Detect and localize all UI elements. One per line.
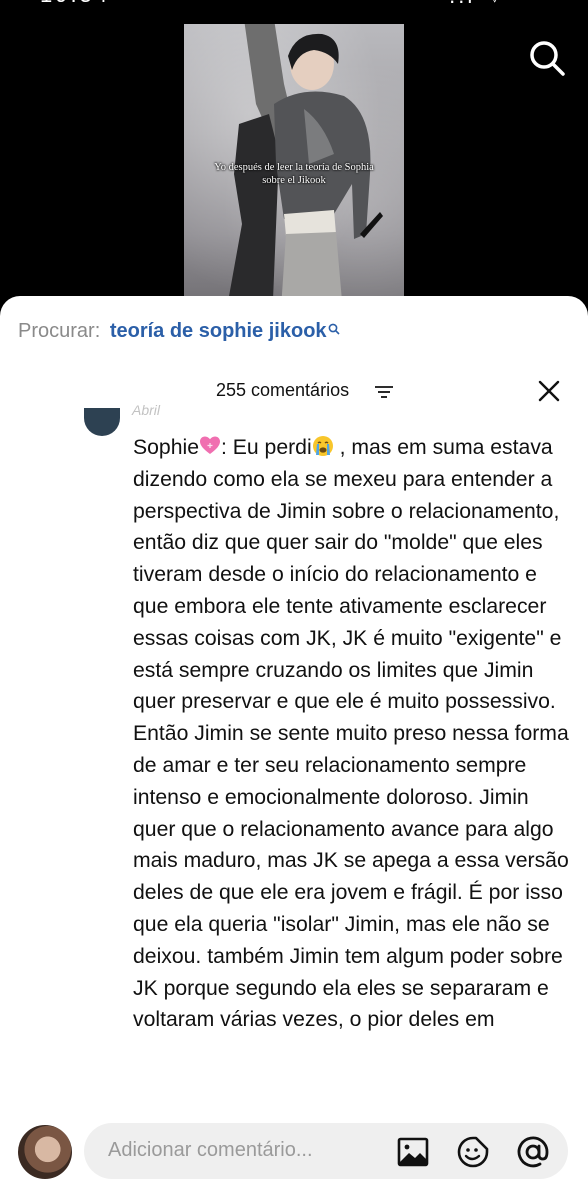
search-icon xyxy=(530,41,565,76)
comments-header: 255 comentários xyxy=(0,376,588,406)
at-icon xyxy=(517,1136,549,1168)
comments-sheet: Procurar: teoría de sophie jikook 255 co… xyxy=(0,296,588,1199)
search-query-link[interactable]: teoría de sophie jikook xyxy=(110,320,327,342)
comment-input[interactable]: Adicionar comentário... xyxy=(84,1123,568,1179)
mention-button[interactable] xyxy=(516,1135,550,1169)
user-avatar[interactable] xyxy=(18,1125,72,1179)
pink-heart-emoji xyxy=(199,436,220,454)
sticker-button[interactable] xyxy=(456,1135,490,1169)
image-icon xyxy=(397,1137,429,1167)
crying-face-emoji xyxy=(312,436,333,456)
search-query-icon xyxy=(328,318,340,341)
search-label: Procurar: xyxy=(18,320,101,342)
status-bar: 19:54 ..l ⌔ xyxy=(0,0,588,8)
comment-count: 255 comentários xyxy=(216,380,350,400)
video-thumbnail[interactable]: Yo después de leer la teoría de Sophia s… xyxy=(184,24,404,320)
search-button[interactable] xyxy=(527,38,567,78)
close-icon xyxy=(538,380,560,402)
status-time: 19:54 xyxy=(40,0,110,8)
comment-input-placeholder: Adicionar comentário... xyxy=(108,1139,313,1161)
sticker-icon xyxy=(457,1136,489,1168)
close-comments-button[interactable] xyxy=(536,378,562,404)
search-suggestion[interactable]: Procurar: teoría de sophie jikook xyxy=(18,320,340,343)
status-signal: ..l ⌔ xyxy=(449,0,508,10)
image-button[interactable] xyxy=(396,1135,430,1169)
filter-icon[interactable] xyxy=(375,385,393,404)
video-area[interactable]: 19:54 ..l ⌔ Yo después de leer la teoría… xyxy=(0,0,588,320)
commenter-username[interactable]: Abril xyxy=(132,402,160,418)
commenter-avatar[interactable] xyxy=(84,408,120,436)
comment-text: Sophie: Eu perdi , mas em suma estava di… xyxy=(133,436,569,1032)
video-caption: Yo después de leer la teoría de Sophia s… xyxy=(214,162,374,186)
comment-composer-bar: Adicionar comentário... xyxy=(0,1109,588,1199)
